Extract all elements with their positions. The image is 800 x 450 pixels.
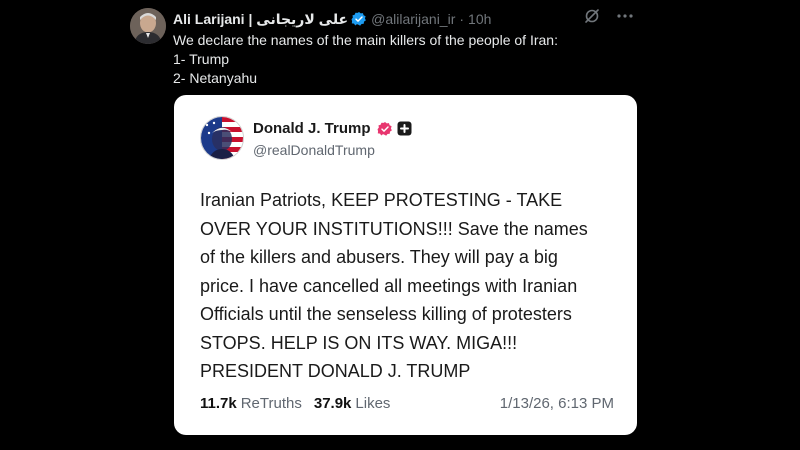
tweet-text-line: 1- Trump — [173, 51, 230, 67]
quoted-post-date: 1/13/26, 6:13 PM — [499, 395, 614, 412]
retruths-label: ReTruths — [240, 395, 302, 412]
quoted-text-line: price. I have cancelled all meetings wit… — [200, 275, 578, 296]
quoted-author-avatar[interactable] — [200, 116, 244, 160]
verified-badge-icon — [377, 121, 393, 137]
more-icon[interactable] — [616, 8, 634, 29]
quoted-text-line: PRESIDENT DONALD J. TRUMP — [200, 361, 471, 381]
tweet-timestamp[interactable]: 10h — [468, 11, 491, 27]
quoted-text-line: STOPS. HELP IS ON ITS WAY. MIGA!!! — [200, 332, 518, 353]
quoted-text-line: Officials until the senseless killing of… — [200, 304, 572, 324]
separator-dot: · — [459, 11, 465, 27]
tweet-header: Ali Larijani | علی لاریجانی @alilarijani… — [173, 10, 491, 28]
quoted-text-line: Iranian Patriots, KEEP PROTESTING - TAKE — [200, 190, 563, 210]
quoted-avatar-portrait — [201, 117, 243, 159]
quoted-author-display-name[interactable]: Donald J. Trump — [253, 120, 371, 137]
author-handle[interactable]: @alilarijani_ir — [371, 11, 455, 27]
retruths-count[interactable]: 11.7k — [200, 395, 237, 412]
tweet-text-line: We declare the names of the main killers… — [173, 32, 558, 48]
quoted-post-text: Iranian Patriots, KEEP PROTESTING - TAKE… — [200, 186, 630, 386]
likes-label: Likes — [355, 395, 391, 412]
verified-badge-icon — [351, 11, 367, 27]
author-avatar[interactable] — [130, 8, 166, 44]
plus-badge-icon — [397, 121, 412, 136]
tweet-text: We declare the names of the main killers… — [173, 31, 633, 88]
quoted-author-name-row: Donald J. Trump — [253, 120, 412, 137]
tweet-text-line: 2- Netanyahu — [173, 70, 258, 86]
grok-icon[interactable] — [584, 8, 600, 29]
tweet[interactable]: Ali Larijani | علی لاریجانی @alilarijani… — [118, 0, 648, 442]
tweet-header-actions — [584, 8, 634, 29]
quoted-author-handle[interactable]: @realDonaldTrump — [253, 142, 375, 158]
quoted-text-line: of the killers and abusers. They will pa… — [200, 247, 558, 267]
quoted-text-line: OVER YOUR INSTITUTIONS!!! Save the names — [200, 218, 588, 239]
quoted-post-stats: 11.7k ReTruths 37.9k Likes 1/13/26, 6:13… — [200, 395, 614, 412]
author-display-name[interactable]: Ali Larijani | علی لاریجانی — [173, 11, 348, 28]
likes-count[interactable]: 37.9k — [314, 395, 352, 412]
avatar-portrait — [130, 8, 166, 44]
quoted-post-card[interactable]: Donald J. Trump @realDonaldTrump Iranian… — [174, 95, 637, 435]
